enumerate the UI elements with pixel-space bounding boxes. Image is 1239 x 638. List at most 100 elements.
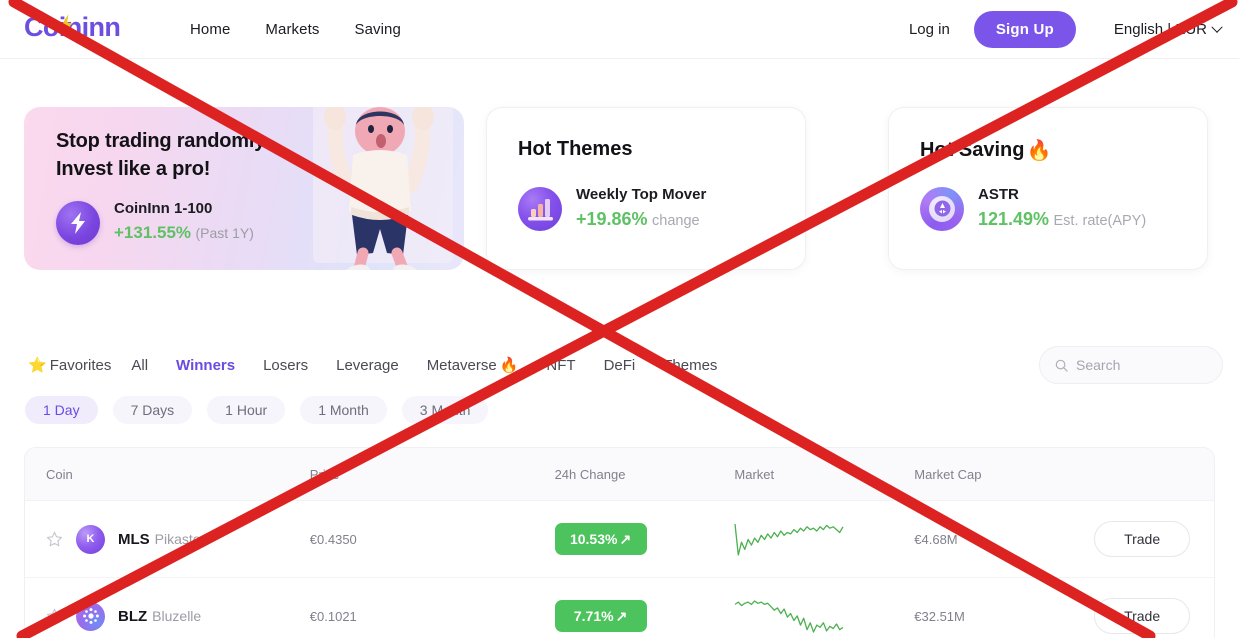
fire-emoji-icon: 🔥 <box>1026 140 1052 162</box>
hot-saving-item-name: ASTR <box>978 186 1019 203</box>
promo-index-stat: CoinInn 1-100 +131.55% (Past 1Y) <box>56 199 254 246</box>
row-change-cell: 7.71% ↗ <box>554 600 735 632</box>
arrow-up-icon: ↗ <box>619 530 632 547</box>
jumping-person-illustration <box>313 107 453 270</box>
row-coin-symbol: BLZ <box>118 607 148 625</box>
column-header-24h-change: 24h Change <box>554 466 626 482</box>
blz-token-icon <box>76 601 105 631</box>
nav-item-saving[interactable]: Saving <box>354 21 400 38</box>
row-action-cell: Trade <box>1094 598 1214 634</box>
column-header-coin: Coin <box>46 466 73 482</box>
trade-button[interactable]: Trade <box>1094 521 1191 557</box>
table-row[interactable]: K MLS Pikaster €0.4350 10.53% ↗ €4.68M Tr… <box>25 501 1214 578</box>
language-currency-selector[interactable]: English | EUR <box>1113 21 1223 38</box>
main-nav: Home Markets Saving <box>190 0 401 59</box>
hot-themes-card[interactable]: Hot Themes Weekly Top Mover +19.86% chan… <box>486 107 806 270</box>
tab-favorites-label: Favorites <box>49 356 112 374</box>
tab-themes[interactable]: Themes <box>663 357 717 374</box>
row-coin-name: Pikaster <box>154 530 206 547</box>
tab-nft[interactable]: NFT <box>546 357 575 374</box>
hot-saving-title: Hot Saving 🔥 <box>920 138 1051 163</box>
star-icon: ⭐ <box>28 357 47 374</box>
site-header: Coininn Home Markets Saving Log in Sign … <box>0 0 1239 59</box>
hot-saving-item: ASTR 121.49% Est. rate(APY) <box>920 184 1146 233</box>
tab-leverage[interactable]: Leverage <box>336 357 399 374</box>
astr-glyph-icon <box>934 200 950 217</box>
hero-cards-row: Stop trading randomly Invest like a pro!… <box>0 59 1239 309</box>
login-link[interactable]: Log in <box>909 21 950 38</box>
tab-favorites[interactable]: ⭐ Favorites <box>28 356 112 375</box>
search-box[interactable] <box>1039 346 1223 384</box>
bar-chart-glyph-icon <box>528 198 553 220</box>
favorite-star-icon[interactable] <box>46 608 63 625</box>
row-change-value: 10.53% <box>569 531 618 547</box>
hot-themes-item-value: +19.86% <box>576 209 648 229</box>
tab-winners[interactable]: Winners <box>176 357 235 374</box>
period-pill-1-hour[interactable]: 1 Hour <box>207 396 286 424</box>
promo-index-name: CoinInn 1-100 <box>114 200 213 217</box>
hot-themes-item: Weekly Top Mover +19.86% change <box>518 184 706 233</box>
tab-metaverse[interactable]: Metaverse 🔥 <box>427 356 519 375</box>
bolt-glyph-icon <box>71 211 85 234</box>
row-coin-name: Bluzelle <box>152 607 202 624</box>
brand-logo[interactable]: Coininn <box>24 12 121 43</box>
chevron-down-icon <box>1211 21 1223 33</box>
promo-index-period: (Past 1Y) <box>195 225 254 241</box>
sparkline-chart <box>735 600 844 633</box>
trade-button[interactable]: Trade <box>1094 598 1191 634</box>
hot-themes-item-name: Weekly Top Mover <box>576 186 707 203</box>
row-change-badge: 10.53% ↗ <box>554 523 647 555</box>
tab-themes-label: Themes <box>663 356 718 374</box>
fire-emoji-icon-metaverse: 🔥 <box>499 357 519 374</box>
language-currency-label: English | EUR <box>1113 21 1207 38</box>
column-header-market-cap: Market Cap <box>914 466 982 482</box>
signup-button[interactable]: Sign Up <box>973 11 1076 48</box>
row-price: €0.1021 <box>309 608 357 624</box>
tab-all[interactable]: All <box>131 357 148 374</box>
period-pill-3-month[interactable]: 3 Month <box>401 396 489 424</box>
hot-saving-card[interactable]: Hot Saving 🔥 ASTR 121.49% Est. rate(APY) <box>888 107 1208 270</box>
tab-losers[interactable]: Losers <box>263 357 308 374</box>
tab-winners-label: Winners <box>176 356 236 374</box>
row-market-cap: €4.68M <box>914 531 958 547</box>
hot-themes-item-text: Weekly Top Mover +19.86% change <box>576 184 706 233</box>
nav-item-markets[interactable]: Markets <box>265 21 319 38</box>
column-header-market: Market <box>734 466 775 482</box>
row-coin-cell: BLZ Bluzelle <box>25 601 310 631</box>
astr-token-icon <box>920 186 964 231</box>
period-pill-1-day[interactable]: 1 Day <box>25 396 98 424</box>
table-row[interactable]: BLZ Bluzelle €0.1021 7.71% ↗ €32.51M Trad… <box>25 578 1214 638</box>
hot-themes-title-text: Hot Themes <box>518 138 633 160</box>
promo-card[interactable]: Stop trading randomly Invest like a pro!… <box>24 107 464 270</box>
row-coin-cell: K MLS Pikaster <box>25 524 310 554</box>
lightning-token-icon <box>56 200 100 245</box>
search-icon <box>1055 359 1068 372</box>
tab-nft-label: NFT <box>546 356 576 374</box>
row-price: €0.4350 <box>309 531 357 547</box>
tab-leverage-label: Leverage <box>336 356 399 374</box>
table-header-row: Coin Price 24h Change Market Market Cap <box>25 448 1214 501</box>
row-market-sparkline-cell <box>734 598 914 634</box>
tab-defi[interactable]: DeFi <box>604 357 636 374</box>
promo-title: Stop trading randomly Invest like a pro! <box>56 127 265 183</box>
search-input[interactable] <box>1076 357 1207 373</box>
row-change-value: 7.71% <box>573 608 614 624</box>
category-tabs: ⭐ Favorites All Winners Losers Leverage … <box>0 345 1239 385</box>
hot-themes-title: Hot Themes <box>518 138 634 161</box>
row-coin-symbol: MLS <box>118 530 150 548</box>
astr-token-inner <box>929 195 955 222</box>
row-action-cell: Trade <box>1094 521 1214 557</box>
hot-saving-item-text: ASTR 121.49% Est. rate(APY) <box>978 184 1146 233</box>
header-actions: Log in Sign Up English | EUR <box>909 0 1223 59</box>
blz-glyph-icon <box>82 608 99 624</box>
nav-item-home[interactable]: Home <box>190 21 230 38</box>
favorite-star-icon[interactable] <box>46 531 63 548</box>
period-pill-1-month[interactable]: 1 Month <box>300 396 387 424</box>
period-pill-7-days[interactable]: 7 Days <box>112 396 193 424</box>
promo-index-text: CoinInn 1-100 +131.55% (Past 1Y) <box>114 199 254 246</box>
hot-saving-title-text: Hot Saving <box>920 139 1025 161</box>
sparkline-chart <box>734 523 844 556</box>
markets-table: Coin Price 24h Change Market Market Cap … <box>24 447 1215 638</box>
page-root: Coininn Home Markets Saving Log in Sign … <box>0 0 1239 638</box>
lightning-bolt-icon <box>61 14 72 36</box>
